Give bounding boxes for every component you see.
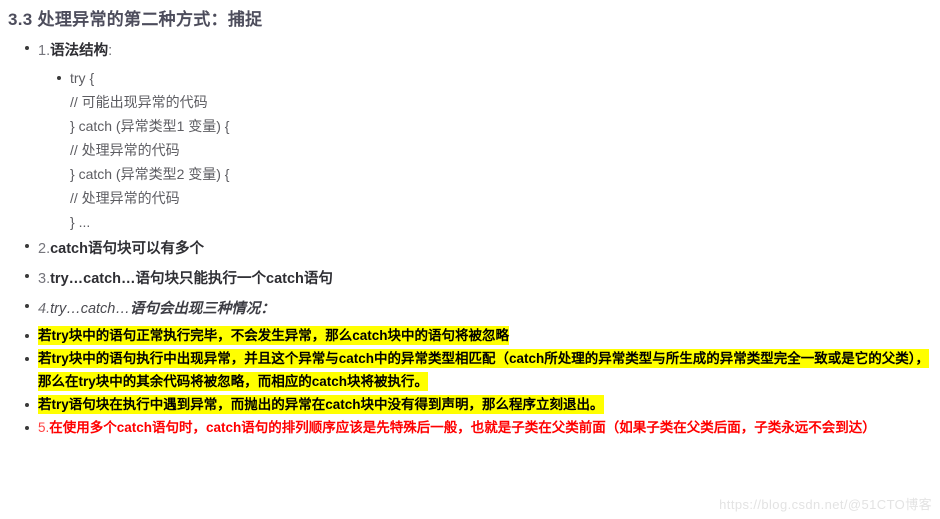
- list-item-three-cases: 4.try…catch…语句会出现三种情况：: [25, 294, 940, 324]
- highlight-1-text: 若try块中的语句正常执行完毕，不会发生异常，那么catch块中的语句将被忽略: [38, 326, 510, 345]
- highlight-row-2: 若try块中的语句执行中出现异常，并且这个异常与catch中的异常类型相匹配（c…: [38, 347, 940, 393]
- list-item-code-block: try { // 可能出现异常的代码 } catch (异常类型1 变量) { …: [57, 66, 940, 234]
- bullet-icon: [25, 243, 29, 248]
- item-5-text: 在使用多个catch语句时，catch语句的排列顺序应该是先特殊后一般，也就是子…: [49, 420, 876, 435]
- item-5-row: 5.在使用多个catch语句时，catch语句的排列顺序应该是先特殊后一般，也就…: [38, 416, 916, 440]
- bullet-icon: [25, 333, 29, 338]
- item-1-number: 1.: [38, 43, 51, 59]
- item-3-text: try…catch…语句块只能执行一个catch语句: [50, 271, 333, 287]
- item-2-number: 2.: [38, 241, 51, 257]
- watermark: https://blog.csdn.net/@51CTO博客: [719, 497, 932, 512]
- list-item-case-normal-execution: 若try块中的语句正常执行完毕，不会发生异常，那么catch块中的语句将被忽略: [25, 324, 940, 347]
- item-1-row: 1.语法结构:: [38, 36, 940, 66]
- item-4-text: 语句会出现三种情况：: [129, 301, 275, 317]
- code-line-2: } catch (异常类型1 变量) {: [70, 118, 230, 134]
- item-1-colon: :: [108, 43, 113, 59]
- code-line-4: } catch (异常类型2 变量) {: [70, 166, 230, 182]
- item-5-number: 5.: [38, 420, 50, 435]
- item-1-label: 语法结构: [50, 43, 109, 59]
- bullet-icon: [57, 75, 61, 80]
- item-4-code-part: try…catch…: [50, 301, 130, 317]
- highlight-row-3: 若try语句块在执行中遇到异常，而抛出的异常在catch块中没有得到声明，那么程…: [38, 393, 940, 416]
- item-4-number: 4.: [38, 301, 51, 317]
- bullet-icon: [25, 425, 29, 430]
- code-line-6: } ...: [70, 214, 91, 230]
- highlight-row-1: 若try块中的语句正常执行完毕，不会发生异常，那么catch块中的语句将被忽略: [38, 324, 940, 347]
- code-line-1: // 可能出现异常的代码: [70, 94, 208, 110]
- list-item-case-undeclared-exception: 若try语句块在执行中遇到异常，而抛出的异常在catch块中没有得到声明，那么程…: [25, 393, 940, 416]
- page-title: 3.3 处理异常的第二种方式：捕捉: [8, 10, 263, 29]
- bullet-icon: [25, 273, 29, 278]
- list-item-case-matching-exception: 若try块中的语句执行中出现异常，并且这个异常与catch中的异常类型相匹配（c…: [25, 347, 940, 393]
- item-3-number: 3.: [38, 271, 51, 287]
- code-line-5: // 处理异常的代码: [70, 190, 180, 206]
- list-item-multiple-catch: 2.catch语句块可以有多个: [25, 234, 940, 264]
- code-line-3: // 处理异常的代码: [70, 142, 180, 158]
- list-item-syntax-structure: 1.语法结构: try { // 可能出现异常的代码 } catch (异常类型…: [25, 36, 940, 234]
- item-2-row: 2.catch语句块可以有多个: [38, 234, 940, 264]
- document-page: 3.3 处理异常的第二种方式：捕捉 1.语法结构: try { // 可能出现异…: [0, 0, 940, 519]
- item-4-row: 4.try…catch…语句会出现三种情况：: [38, 294, 940, 324]
- code-line-0: try {: [70, 70, 95, 86]
- code-block-list: try { // 可能出现异常的代码 } catch (异常类型1 变量) { …: [38, 66, 940, 234]
- highlight-2-text: 若try块中的语句执行中出现异常，并且这个异常与catch中的异常类型相匹配（c…: [38, 349, 930, 391]
- list-item-single-catch-execution: 3.try…catch…语句块只能执行一个catch语句: [25, 264, 940, 294]
- highlight-3-text: 若try语句块在执行中遇到异常，而抛出的异常在catch块中没有得到声明，那么程…: [38, 395, 604, 414]
- item-3-row: 3.try…catch…语句块只能执行一个catch语句: [38, 264, 940, 294]
- outline-list: 1.语法结构: try { // 可能出现异常的代码 } catch (异常类型…: [0, 36, 940, 440]
- list-item-catch-ordering: 5.在使用多个catch语句时，catch语句的排列顺序应该是先特殊后一般，也就…: [25, 416, 940, 440]
- bullet-icon: [25, 303, 29, 308]
- bullet-icon: [25, 356, 29, 361]
- item-2-text: catch语句块可以有多个: [50, 241, 204, 257]
- bullet-icon: [25, 402, 29, 407]
- bullet-icon: [25, 45, 29, 50]
